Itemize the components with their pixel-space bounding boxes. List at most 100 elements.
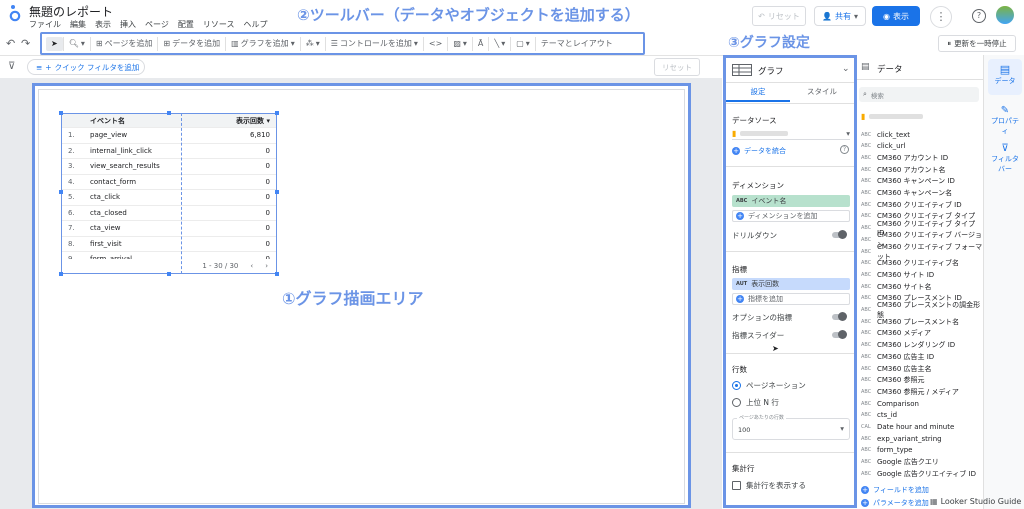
field-item[interactable]: ABC CM360 メディア (861, 328, 931, 339)
tab-setup[interactable]: 設定 (726, 82, 790, 102)
menu-view[interactable]: 表示 (95, 19, 111, 30)
field-item[interactable]: ABC CM360 キャンペーン名 (861, 188, 952, 199)
field-item[interactable]: ABC Google 広告クエリ (861, 457, 939, 468)
table-row[interactable]: 8. first_visit 0 (62, 237, 276, 252)
add-control-button[interactable]: ☰ コントロールを追加 ▾ (324, 36, 423, 51)
dimension-chip[interactable]: ABC イベント名 (732, 195, 850, 207)
field-item[interactable]: ABC CM360 クリエイティブ フォーマット (861, 243, 983, 261)
table-row[interactable]: 2. internal_link_click 0 (62, 144, 276, 159)
resize-handle[interactable] (167, 111, 171, 115)
view-button[interactable]: ◉ 表示 (872, 6, 920, 26)
field-item[interactable]: ABC CM360 広告主名 (861, 363, 932, 374)
field-item[interactable]: ABC CM360 参照元 / メディア (861, 386, 959, 397)
reset-button[interactable]: ↶ リセット (752, 6, 806, 26)
field-item[interactable]: ABC Comparison (861, 398, 919, 409)
metric-slider-toggle[interactable] (832, 330, 847, 339)
community-viz-button[interactable]: ⁂ ▾ (299, 36, 325, 51)
add-dimension-button[interactable]: + ディメンションを追加 (732, 210, 850, 222)
field-item[interactable]: ABC CM360 広告主 ID (861, 351, 934, 362)
image-button[interactable]: ▨ ▾ (447, 36, 472, 51)
resize-handle[interactable] (275, 111, 279, 115)
resize-handle[interactable] (59, 190, 63, 194)
metric-chip[interactable]: AUT 表示回数 (732, 278, 850, 290)
chart-type-label[interactable]: グラフ (758, 65, 784, 77)
add-field-button[interactable]: + フィールドを追加 (861, 485, 929, 495)
show-summary-checkbox[interactable]: 集計行を表示する (732, 480, 806, 491)
field-item[interactable]: ABC CM360 レンダリング ID (861, 340, 955, 351)
help-icon[interactable]: ? (972, 9, 986, 23)
field-item[interactable]: CAL Date hour and minute (861, 422, 954, 433)
avatar[interactable] (996, 6, 1014, 24)
shape-button[interactable]: ▢ ▾ (510, 36, 535, 51)
select-tool[interactable]: ➤ (46, 36, 63, 51)
add-page-button[interactable]: ⊞ ページを追加 (89, 36, 158, 51)
help-icon[interactable]: ? (840, 145, 849, 154)
optional-metrics-toggle[interactable] (832, 312, 847, 321)
resize-handle[interactable] (59, 272, 63, 276)
text-button[interactable]: Ā (471, 36, 488, 51)
field-item[interactable]: ABC CM360 プレースメントの調金形態 (861, 301, 983, 319)
field-item[interactable]: ABC CM360 参照元 (861, 375, 925, 386)
rail-data-button[interactable]: ▤ データ (988, 59, 1022, 95)
field-item[interactable]: ABC CM360 アカウント ID (861, 152, 948, 163)
field-item[interactable]: ABC CM360 サイト ID (861, 269, 934, 280)
data-table[interactable]: イベント名 表示回数 ▾ 1. page_view 6,810 2. internal… (61, 113, 277, 274)
table-row[interactable]: 4. contact_form 0 (62, 175, 276, 190)
pause-update-button[interactable]: ⏸ 更新を一時停止 (938, 35, 1016, 52)
radio-top-n[interactable]: 上位 N 行 (732, 397, 779, 408)
chevron-down-icon[interactable]: ⌄ (842, 64, 850, 74)
field-item[interactable]: ABC exp_variant_string (861, 433, 942, 444)
table-row[interactable]: 3. view_search_results 0 (62, 159, 276, 175)
resize-handle[interactable] (275, 190, 279, 194)
field-item[interactable]: ABC form_type (861, 445, 912, 456)
field-item[interactable]: ABC CM360 プレースメント名 (861, 316, 959, 327)
filter-icon[interactable]: ⊽ (8, 61, 15, 72)
rail-filterbar-button[interactable]: ⊽ フィルタバー (988, 141, 1022, 175)
field-search-input[interactable]: ⌕ 検索 (859, 87, 979, 102)
field-item[interactable]: ABC click_text (861, 129, 910, 140)
field-item[interactable]: ABC cts_id (861, 410, 897, 421)
undo-icon[interactable]: ↶ (6, 37, 15, 50)
zoom-tool[interactable]: 🔍︎ ▾ (62, 36, 90, 51)
field-item[interactable]: ABC Google 広告クリエイティブ ID (861, 468, 976, 479)
filter-reset-button[interactable]: リセット (654, 58, 700, 76)
quick-filter-button[interactable]: ≡ + クイック フィルタを追加 (27, 59, 145, 75)
menu-resources[interactable]: リソース (203, 19, 235, 30)
tab-style[interactable]: スタイル (790, 82, 854, 102)
menu-page[interactable]: ページ (145, 19, 169, 30)
radio-pagination[interactable]: ページネーション (732, 380, 806, 391)
header-event-name[interactable]: イベント名 (86, 116, 182, 126)
rail-property-button[interactable]: ✎ プロパティ (988, 103, 1022, 137)
table-row[interactable]: 1. page_view 6,810 (62, 128, 276, 144)
menu-insert[interactable]: 挿入 (120, 19, 136, 30)
field-item[interactable]: ABC click_url (861, 141, 905, 152)
field-item[interactable]: ABC CM360 クリエイティブ名 (861, 258, 959, 269)
add-chart-button[interactable]: ▥ グラフを追加 ▾ (225, 36, 300, 51)
field-item[interactable]: ABC CM360 キャンペーン ID (861, 176, 955, 187)
line-button[interactable]: ╲ ▾ (488, 36, 510, 51)
add-metric-button[interactable]: + 指標を追加 (732, 293, 850, 305)
resize-handle[interactable] (167, 272, 171, 276)
blend-data-button[interactable]: + データを統合 (732, 146, 786, 156)
redo-icon[interactable]: ↷ (21, 37, 30, 50)
resize-handle[interactable] (275, 272, 279, 276)
add-data-button[interactable]: ⊞ データを追加 (157, 36, 225, 51)
menu-help[interactable]: ヘルプ (243, 19, 267, 30)
report-title[interactable]: 無題のレポート (29, 3, 113, 20)
header-views[interactable]: 表示回数 ▾ (182, 116, 276, 126)
add-parameter-button[interactable]: + パラメータを追加 (861, 498, 929, 508)
menu-file[interactable]: ファイル (29, 19, 61, 30)
looker-studio-logo-icon[interactable] (8, 4, 22, 22)
resize-handle[interactable] (59, 111, 63, 115)
field-item[interactable]: ABC CM360 クリエイティブ ID (861, 199, 962, 210)
menu-arrange[interactable]: 配置 (178, 19, 194, 30)
rows-per-page-select[interactable]: ページあたりの行数 100 ▾ (732, 414, 850, 440)
chevron-left-icon[interactable]: ‹ (250, 262, 253, 270)
menu-edit[interactable]: 編集 (70, 19, 86, 30)
chevron-right-icon[interactable]: › (265, 262, 268, 270)
more-vert-icon[interactable]: ⋮ (930, 6, 952, 28)
table-row[interactable]: 5. cta_click 0 (62, 190, 276, 206)
drilldown-toggle[interactable] (832, 230, 847, 239)
theme-layout-button[interactable]: テーマとレイアウト (534, 36, 618, 51)
field-item[interactable]: ABC CM360 サイト名 (861, 281, 932, 292)
